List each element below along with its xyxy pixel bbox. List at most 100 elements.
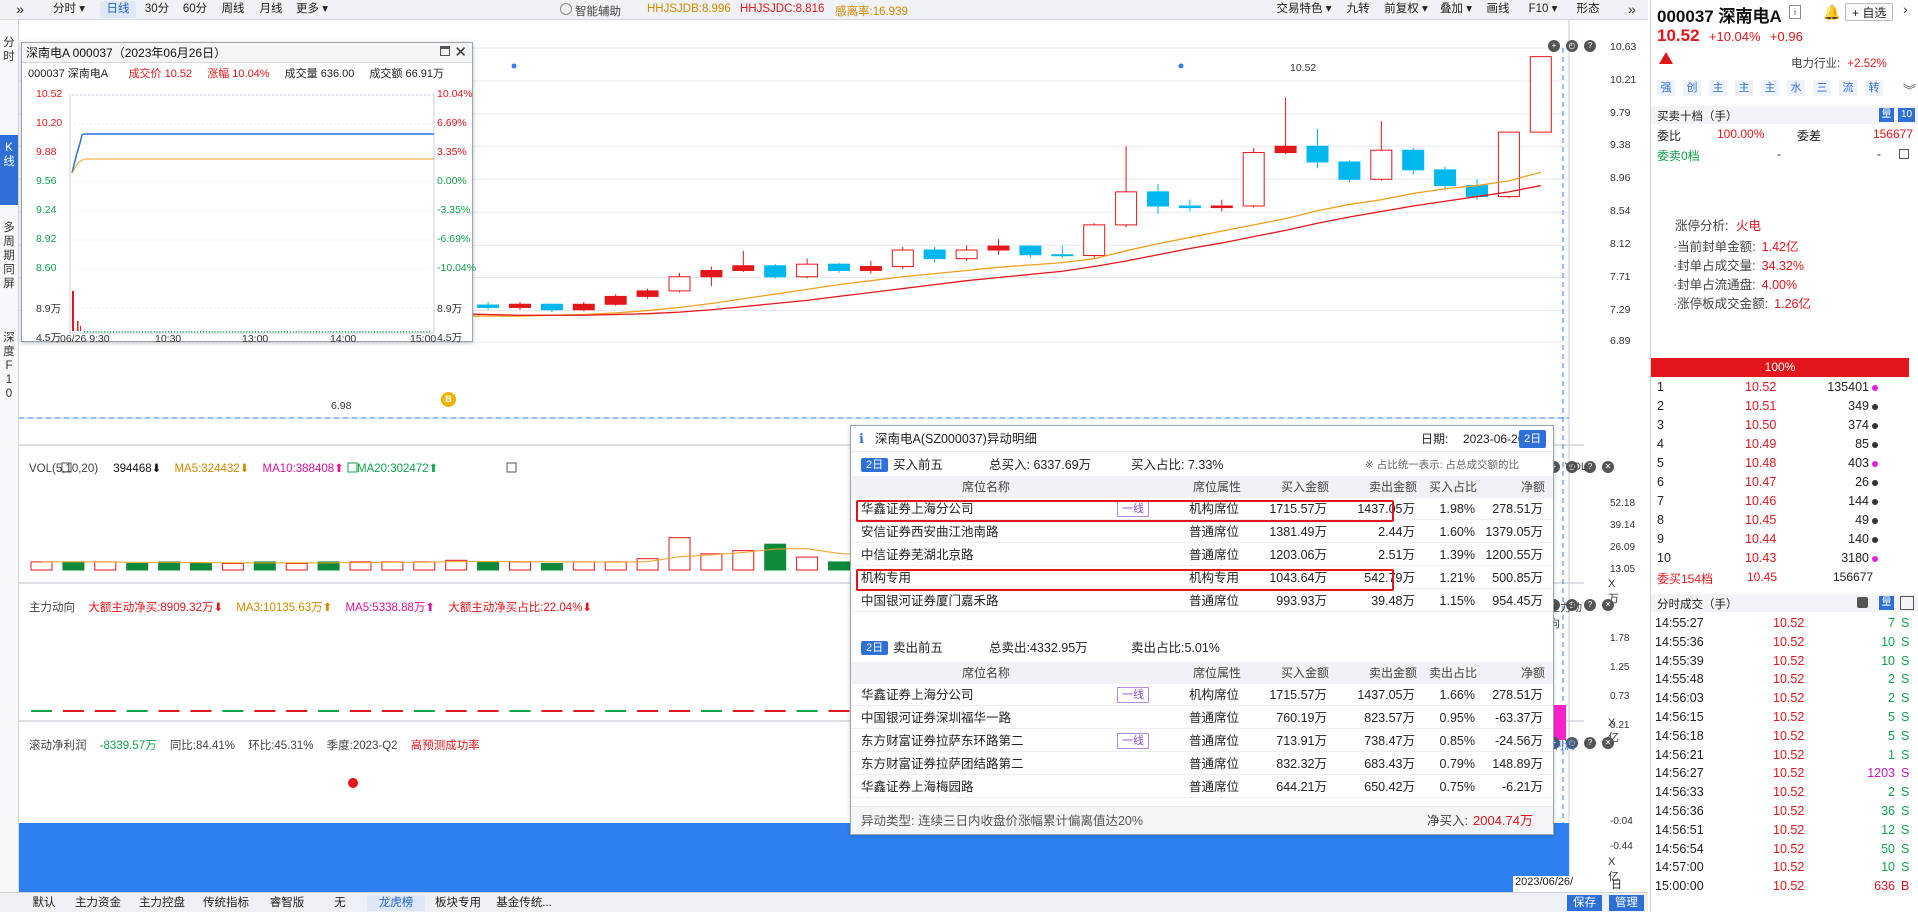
toolbar-right-1[interactable]: 九转 <box>1340 1 1376 18</box>
left-tab-3[interactable]: 深 度 F 1 0 <box>0 325 18 403</box>
kline-candle[interactable] <box>1434 169 1457 187</box>
seat-name[interactable]: 东方财富证券拉萨团结路第二 <box>861 753 1024 775</box>
save-button[interactable]: 保存 <box>1567 895 1602 911</box>
tick-volume-toggle[interactable]: 量 <box>1879 596 1894 610</box>
kline-candle[interactable] <box>700 269 723 278</box>
panel-control-icon[interactable]: ? <box>1584 40 1596 52</box>
kline-candle[interactable] <box>764 265 787 278</box>
period-tab-1[interactable]: 日线 <box>100 1 136 18</box>
days-selector[interactable]: 2日 <box>1519 430 1547 448</box>
period-tab-2[interactable]: 30分 <box>140 1 174 18</box>
volume-bar[interactable] <box>62 561 85 571</box>
bottom-tab-6[interactable]: 龙虎榜 <box>367 895 425 911</box>
seat-tag[interactable]: 一线 <box>1117 687 1149 703</box>
event-dot-marker[interactable] <box>1178 63 1184 69</box>
kline-candle[interactable] <box>1210 205 1233 209</box>
kline-candle[interactable] <box>540 303 563 311</box>
panel-control-icon[interactable]: + <box>1548 40 1560 52</box>
kline-candle[interactable] <box>668 276 691 292</box>
volume-bar[interactable] <box>796 556 819 571</box>
kline-candle[interactable] <box>1115 191 1138 226</box>
volume-bar[interactable] <box>540 563 563 571</box>
stock-tag-0[interactable]: 强 <box>1657 80 1675 96</box>
left-tab-0[interactable]: 分 时 <box>0 30 18 74</box>
toolbar-right-3[interactable]: 叠加 ▾ <box>1436 1 1476 18</box>
panel-control-icon[interactable]: ◴ <box>1566 40 1578 52</box>
kline-candle[interactable] <box>604 295 627 305</box>
volume-bar[interactable] <box>509 561 531 571</box>
tick-row[interactable]: 14:56:27 10.52 1203 S <box>1655 766 1913 784</box>
period-tab-0[interactable]: 分时 ▾ <box>42 1 96 18</box>
kline-candle[interactable] <box>509 303 531 308</box>
tick-row[interactable]: 14:56:54 10.52 50 S <box>1655 842 1913 860</box>
indicator-toggle-icon[interactable] <box>560 3 572 15</box>
tick-row[interactable]: 14:56:36 10.52 36 S <box>1655 804 1913 822</box>
kline-candle[interactable] <box>636 290 659 297</box>
seat-row[interactable]: 东方财富证券拉萨团结路第二 普通席位 832.32万 683.43万 0.79% 148.… <box>851 753 1553 775</box>
stock-tag-5[interactable]: 水 <box>1787 80 1805 96</box>
kline-candle[interactable] <box>955 249 978 260</box>
bid-row-8[interactable]: 8 10.45 49 <box>1657 513 1913 531</box>
chevron-right-icon[interactable]: › <box>1903 1 1908 17</box>
period-tab-6[interactable]: 更多 ▾ <box>292 1 332 18</box>
date-value[interactable]: 2023-06-26 <box>1463 426 1524 452</box>
profit-ctrl-label[interactable]: 利润 <box>1553 737 1575 753</box>
seat-row[interactable]: 东方财富证券拉萨东环路第二 一线 普通席位 713.91万 738.47万 0.85% -2… <box>851 730 1553 752</box>
period-tab-3[interactable]: 60分 <box>178 1 212 18</box>
lock-icon[interactable] <box>1857 597 1868 608</box>
bottom-tab-2[interactable]: 主力控盘 <box>133 895 191 911</box>
panel-control-icon[interactable]: ? <box>1584 599 1596 611</box>
stock-tag-2[interactable]: 主 <box>1709 80 1727 96</box>
kline-candle[interactable] <box>1497 131 1520 198</box>
pin-marker-icon[interactable] <box>348 778 359 796</box>
panel-control-icon[interactable]: ✕ <box>1602 737 1614 749</box>
vol-ctrl-label[interactable]: VOL <box>1565 461 1587 473</box>
tick-row[interactable]: 15:00:00 10.52 636 B <box>1655 879 1913 897</box>
toolbar-right-6[interactable]: 形态 <box>1570 1 1606 18</box>
bid-row-7[interactable]: 7 10.46 144 <box>1657 494 1913 512</box>
kline-candle[interactable] <box>1402 149 1425 171</box>
limit-analysis-tag[interactable]: 火电 <box>1736 219 1761 233</box>
seat-name[interactable]: 华鑫证券上海梅园路 <box>861 776 974 798</box>
seat-row[interactable]: 华鑫证券上海分公司 一线 机构席位 1715.57万 1437.05万 1.66% 278.… <box>851 684 1553 706</box>
tick-row[interactable]: 14:56:03 10.52 2 S <box>1655 691 1913 709</box>
bid-row-5[interactable]: 5 10.48 403 <box>1657 456 1913 474</box>
left-tab-1[interactable]: K 线 <box>0 135 18 205</box>
stock-tag-1[interactable]: 创 <box>1683 80 1701 96</box>
bottom-tab-4[interactable]: 睿智版 <box>261 895 313 911</box>
chevron-down-icon[interactable]: ︾ <box>1903 80 1916 99</box>
kline-candle[interactable] <box>477 304 500 308</box>
seat-tag[interactable]: 一线 <box>1117 733 1149 749</box>
seat-row[interactable]: 华鑫证券上海梅园路 普通席位 644.21万 650.42万 0.75% -6.21万 <box>851 776 1553 798</box>
volume-bar[interactable] <box>381 561 404 571</box>
bid-row-1[interactable]: 1 10.52 135401 <box>1657 380 1913 398</box>
event-dot-marker[interactable] <box>511 63 517 69</box>
volume-bar[interactable] <box>668 537 691 571</box>
kline-candle[interactable] <box>987 245 1010 251</box>
expand-icon[interactable] <box>1899 149 1909 159</box>
add-watchlist-button[interactable]: + 自选 <box>1845 3 1894 21</box>
bid-row-10[interactable]: 10 10.43 3180 <box>1657 551 1913 569</box>
kline-candle[interactable] <box>1178 205 1201 209</box>
kline-candle[interactable] <box>1051 254 1074 257</box>
left-tab-2[interactable]: 多 周 期 同 屏 <box>0 215 18 311</box>
kline-candle[interactable] <box>1338 161 1361 180</box>
kline-candle[interactable] <box>1083 224 1106 257</box>
seat-row[interactable]: 中信证券芜湖北京路 普通席位 1203.06万 2.51万 1.39% 1200.55万 <box>851 544 1553 566</box>
panel-control-icon[interactable]: ✕ <box>1602 461 1614 473</box>
buy-signal-marker[interactable]: B <box>441 392 456 407</box>
seat-name[interactable]: 安信证券西安曲江池南路 <box>861 521 999 543</box>
stock-tag-6[interactable]: 三 <box>1813 80 1831 96</box>
period-tab-5[interactable]: 月线 <box>254 1 288 18</box>
volume-bar[interactable] <box>477 561 500 571</box>
seat-row[interactable]: 中国银河证券厦门嘉禾路 普通席位 993.93万 39.48万 1.15% 954.45万 <box>851 590 1553 612</box>
kline-candle[interactable] <box>796 263 819 278</box>
kline-candle[interactable] <box>923 249 946 260</box>
panel-control-icon[interactable]: ? <box>1584 737 1596 749</box>
period-tab-4[interactable]: 周线 <box>216 1 250 18</box>
volume-bar[interactable] <box>285 563 308 571</box>
bid-row-9[interactable]: 9 10.44 140 <box>1657 532 1913 550</box>
indicator-name[interactable]: 智能辅助 <box>575 3 621 19</box>
volume-bar[interactable] <box>764 543 787 571</box>
bottom-tab-1[interactable]: 主力资金 <box>67 895 129 911</box>
